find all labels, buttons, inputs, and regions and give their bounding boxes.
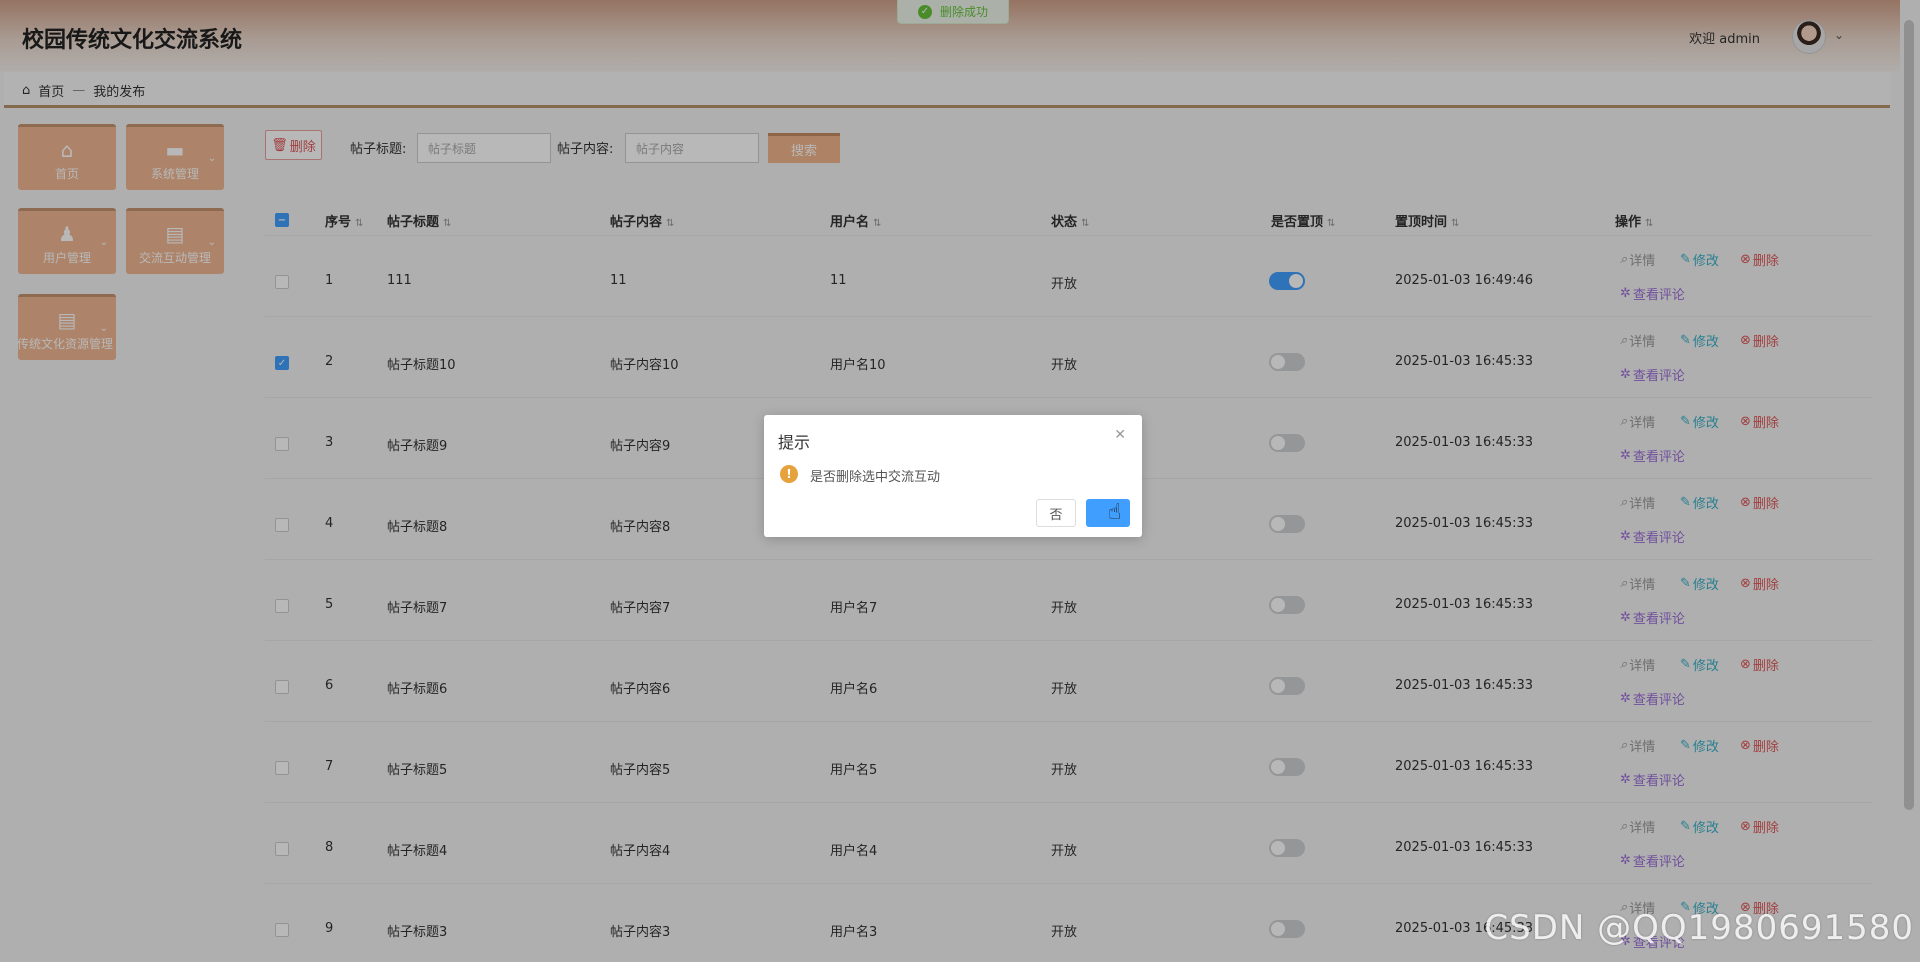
dialog-title: 提示 <box>778 433 811 452</box>
cancel-button[interactable]: 否 <box>1036 499 1076 527</box>
dialog-message: 是否删除选中交流互动 <box>810 470 941 485</box>
watermark: CSDN @QQ1980691580 <box>1484 908 1914 948</box>
close-icon[interactable]: ✕ <box>1114 427 1126 443</box>
hand-cursor-icon: ☝ <box>1108 500 1122 525</box>
confirm-dialog: 提示 ✕ ! 是否删除选中交流互动 否 <box>764 415 1142 537</box>
warning-icon: ! <box>780 465 798 483</box>
